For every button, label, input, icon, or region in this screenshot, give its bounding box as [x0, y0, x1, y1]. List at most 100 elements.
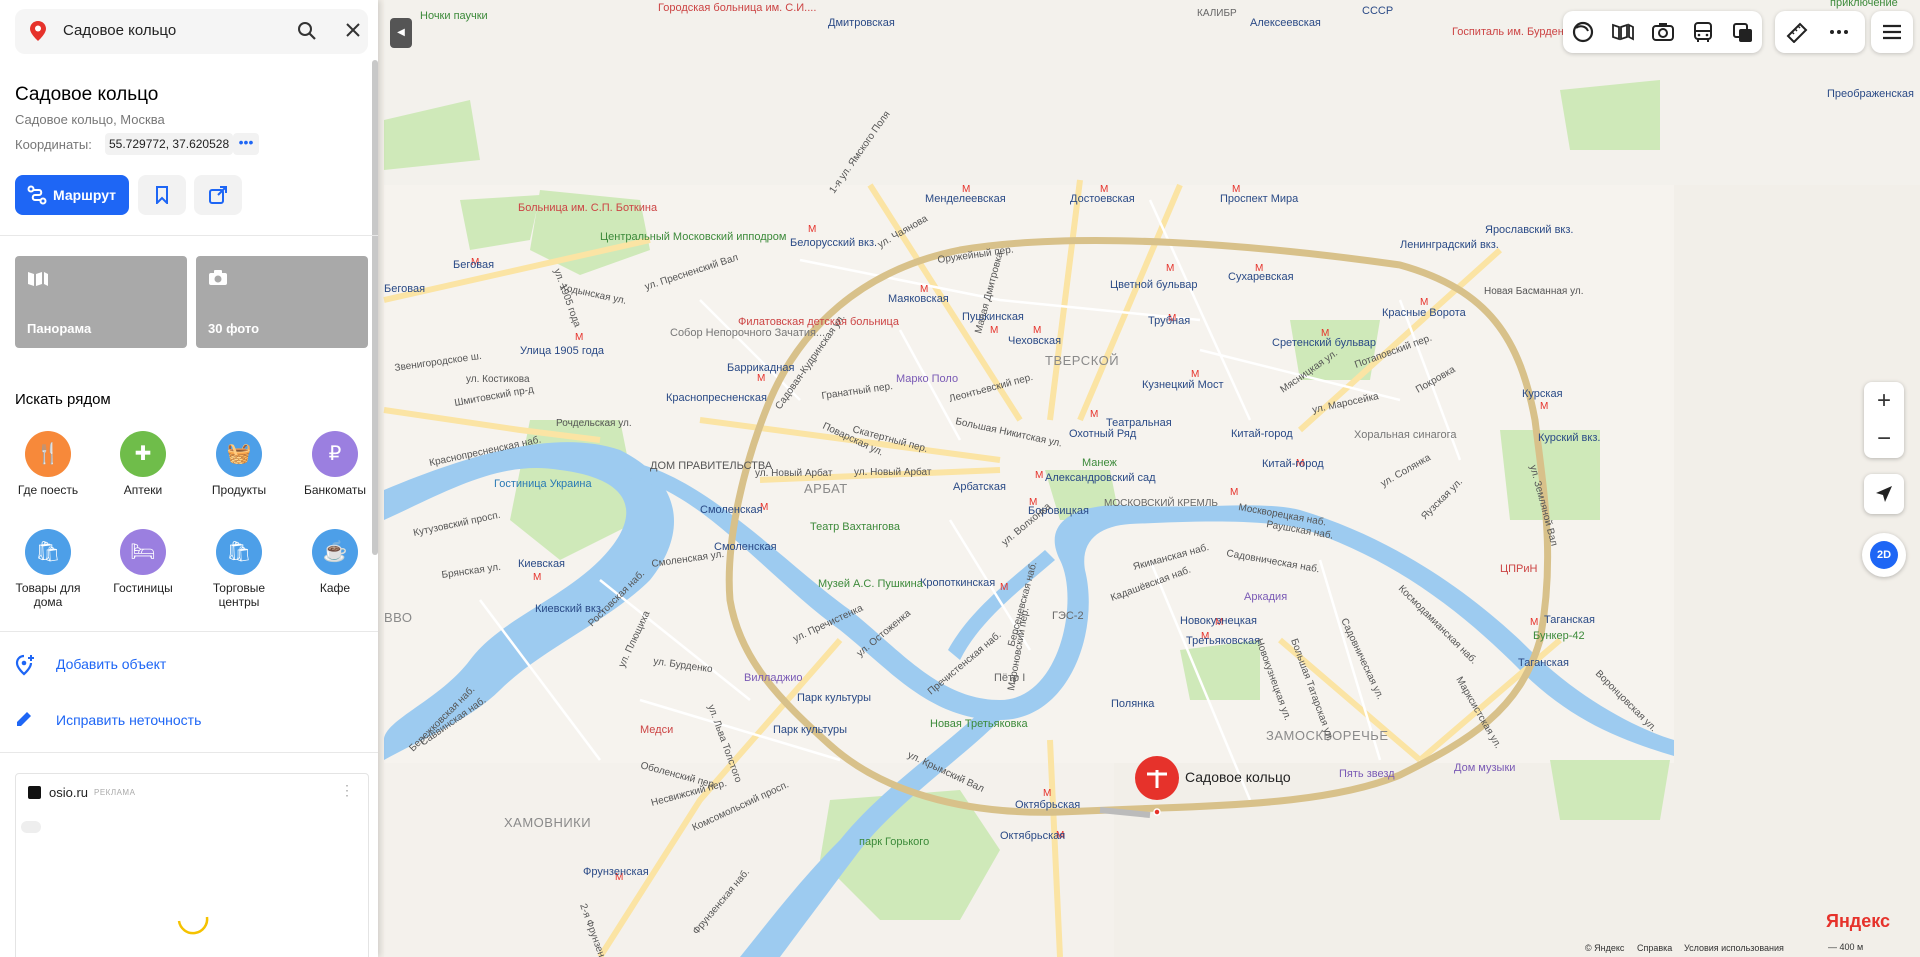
place-label: Музей А.С. Пушкина	[818, 578, 924, 590]
category-pharmacy[interactable]: ✚ Аптеки	[98, 431, 188, 497]
metro-label: Цветной бульвар	[1110, 279, 1197, 291]
close-icon[interactable]	[345, 22, 361, 43]
place-label: Центральный Московский ипподром	[600, 231, 786, 243]
map-tools-toolbar	[1775, 11, 1865, 53]
metro-label: Таганская	[1518, 657, 1569, 669]
district-label: АРБАТ	[804, 481, 848, 496]
metro-label: Парк культуры	[773, 724, 847, 736]
place-title: Садовое кольцо	[15, 84, 159, 105]
photos-card[interactable]: 30 фото	[196, 256, 368, 348]
place-label: Аркадия	[1244, 591, 1287, 603]
zoom-out-button[interactable]: −	[1864, 420, 1904, 458]
place-label: Ночки паучки	[420, 10, 488, 22]
search-box[interactable]: Садовое кольцо	[15, 9, 368, 54]
menu-button[interactable]	[1871, 11, 1913, 53]
category-food[interactable]: 🍴 Где поесть	[3, 431, 93, 497]
category-hotels[interactable]: 🛏 Гостиницы	[98, 529, 188, 595]
bag-icon: 🛍	[25, 529, 71, 575]
panorama-label: Панорама	[27, 321, 92, 336]
svg-text:M: M	[1230, 487, 1238, 498]
category-malls[interactable]: 🛍 Торговые центры	[194, 529, 284, 609]
metro-label: Ярославский вкз.	[1485, 224, 1573, 236]
metro-label: Краснопресненская	[666, 392, 767, 404]
metro-label: Охотный Ряд	[1069, 428, 1137, 440]
district-label: ТВЕРСКОЙ	[1045, 353, 1119, 368]
metro-label: Киевская	[518, 558, 565, 570]
bookmark-button[interactable]	[138, 175, 186, 215]
help-link[interactable]: Справка	[1637, 943, 1672, 953]
pharmacy-cross-icon: ✚	[120, 431, 166, 477]
metro-label: Кропоткинская	[920, 577, 995, 589]
street-label: ул. Новый Арбат	[854, 466, 932, 478]
layers-circle-icon[interactable]	[1571, 21, 1595, 43]
metro-label: Китай-город	[1231, 428, 1293, 440]
metro-label: Проспект Мира	[1220, 193, 1299, 205]
pin-label[interactable]: Садовое кольцо	[1185, 769, 1291, 785]
svg-text:M: M	[757, 373, 765, 384]
coords-more-button[interactable]: •••	[233, 133, 259, 155]
collapse-sidebar-button[interactable]: ◀	[390, 18, 412, 48]
ad-placeholder	[21, 821, 41, 833]
street-label: Новая Басманная ул.	[1484, 286, 1584, 297]
zoom-controls: + −	[1864, 382, 1904, 458]
fork-knife-icon: 🍴	[25, 431, 71, 477]
yandex-logo: Яндекс	[1826, 911, 1891, 931]
metro-label: Беговая	[384, 283, 425, 295]
copyright-text[interactable]: © Яндекс	[1585, 943, 1624, 953]
search-input[interactable]: Садовое кольцо	[63, 22, 176, 39]
metro-label: Таганская	[1544, 614, 1595, 626]
metro-label: Менделеевская	[925, 193, 1006, 205]
map-layers-toolbar	[1563, 11, 1762, 53]
place-label: Больница им. С.П. Боткина	[518, 202, 658, 214]
svg-text:M: M	[1043, 788, 1051, 799]
my-location-button[interactable]	[1864, 474, 1904, 514]
more-icon[interactable]	[1827, 21, 1851, 43]
category-atm[interactable]: ₽ Банкоматы	[290, 431, 378, 497]
add-object-label: Добавить объект	[56, 656, 167, 672]
svg-text:M: M	[1035, 470, 1043, 481]
metro-label: Александровский сад	[1045, 472, 1156, 484]
scale-bar: — 400 м	[1828, 942, 1864, 952]
metro-label: Алексеевская	[1250, 17, 1321, 29]
terms-link[interactable]: Условия использования	[1684, 943, 1784, 953]
category-cafe[interactable]: ☕ Кафе	[290, 529, 378, 595]
street-label: ул. Костикова	[466, 374, 530, 385]
svg-text:M: M	[1530, 617, 1538, 628]
place-label: приключение	[1830, 0, 1898, 9]
zoom-in-button[interactable]: +	[1864, 382, 1904, 420]
svg-text:M: M	[533, 572, 541, 583]
layers-icon[interactable]	[1731, 21, 1755, 43]
coords-value[interactable]: 55.729772, 37.620528	[105, 133, 234, 155]
view-mode-toggle[interactable]: 2D	[1862, 533, 1906, 577]
metro-label: Китай-город	[1262, 458, 1324, 470]
category-label: Аптеки	[123, 483, 163, 497]
bus-icon[interactable]	[1691, 21, 1715, 43]
bed-icon: 🛏	[120, 529, 166, 575]
ruler-icon[interactable]	[1785, 21, 1809, 44]
svg-text:M: M	[808, 224, 816, 235]
share-button[interactable]	[194, 175, 242, 215]
divider	[0, 631, 378, 632]
route-button[interactable]: Маршрут	[15, 175, 129, 215]
category-label: Торговые центры	[212, 581, 266, 609]
place-label: Гостиница Украина	[494, 478, 592, 490]
ad-site[interactable]: osio.ru	[49, 785, 88, 800]
panorama-icon[interactable]	[1611, 21, 1635, 43]
svg-text:M: M	[1540, 401, 1548, 412]
view-mode-label: 2D	[1870, 541, 1898, 569]
district-label: ВВО	[384, 610, 413, 625]
district-label: ХАМОВНИКИ	[504, 815, 591, 830]
loading-spinner-icon	[177, 916, 209, 935]
ad-block[interactable]: osio.ru РЕКЛАМА ⋮	[15, 773, 369, 957]
metro-label: Сухаревская	[1228, 271, 1294, 283]
search-icon[interactable]	[297, 21, 317, 46]
place-label: ГЭС-2	[1052, 610, 1084, 622]
category-groceries[interactable]: 🧺 Продукты	[194, 431, 284, 497]
camera-icon[interactable]	[1651, 21, 1675, 43]
ad-more-icon[interactable]: ⋮	[340, 782, 354, 799]
category-home-goods[interactable]: 🛍 Товары для дома	[3, 529, 93, 609]
metro-label: Курская	[1522, 388, 1563, 400]
place-label: Манеж	[1082, 457, 1117, 469]
coords-label: Координаты:	[15, 137, 92, 152]
panorama-card[interactable]: Панорама	[15, 256, 187, 348]
